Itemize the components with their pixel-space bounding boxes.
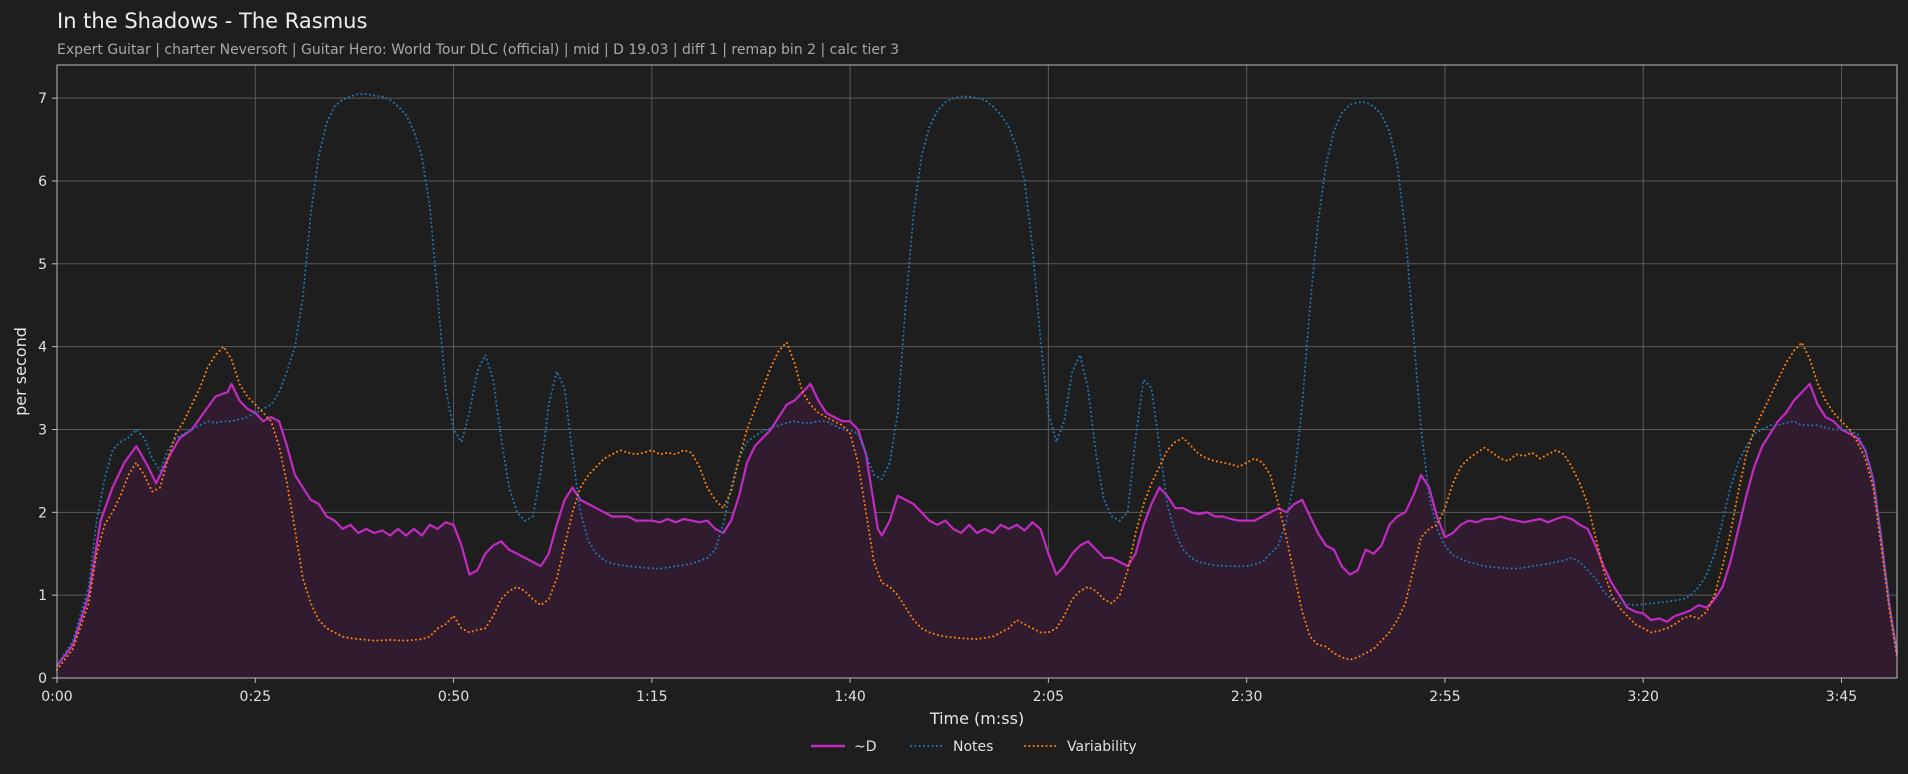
series-area-d bbox=[57, 383, 1897, 678]
x-tick-label-5: 2:05 bbox=[1033, 689, 1064, 705]
legend-label-d: ~D bbox=[854, 739, 877, 755]
y-tick-label-2: 2 bbox=[38, 505, 47, 521]
y-axis-label: per second bbox=[11, 327, 30, 416]
x-axis-label: Time (m:ss) bbox=[929, 709, 1024, 728]
y-tick-label-1: 1 bbox=[38, 588, 47, 604]
x-tick-label-9: 3:45 bbox=[1826, 689, 1857, 705]
y-tick-label-6: 6 bbox=[38, 174, 47, 190]
x-tick-label-3: 1:15 bbox=[636, 689, 667, 705]
y-tick-label-3: 3 bbox=[38, 422, 47, 438]
legend-label-variability: Variability bbox=[1067, 739, 1137, 755]
x-axis-ticks: 0:00 0:25 0:50 1:15 1:40 2:05 2:30 2:55 3:20 3:45 bbox=[41, 678, 1857, 705]
y-tick-label-0: 0 bbox=[38, 671, 47, 687]
chart-legend: ~D Notes Variability bbox=[810, 739, 1137, 755]
legend-label-notes: Notes bbox=[953, 739, 993, 755]
chart-title: In the Shadows - The Rasmus bbox=[57, 9, 367, 33]
x-tick-label-6: 2:30 bbox=[1231, 689, 1262, 705]
y-tick-label-7: 7 bbox=[38, 91, 47, 107]
chart-canvas: In the Shadows - The Rasmus Expert Guita… bbox=[11, 9, 1899, 755]
chart-subtitle: Expert Guitar | charter Neversoft | Guit… bbox=[57, 42, 899, 58]
y-tick-label-4: 4 bbox=[38, 340, 47, 356]
x-tick-label-7: 2:55 bbox=[1429, 689, 1460, 705]
y-tick-label-5: 5 bbox=[38, 257, 47, 273]
series-layer bbox=[55, 93, 1899, 678]
x-tick-label-0: 0:00 bbox=[41, 689, 72, 705]
y-axis-ticks: 0 1 2 3 4 5 6 7 bbox=[38, 91, 57, 687]
x-tick-label-8: 3:20 bbox=[1627, 689, 1658, 705]
x-tick-label-1: 0:25 bbox=[240, 689, 271, 705]
x-tick-label-2: 0:50 bbox=[438, 689, 469, 705]
chart-figure: In the Shadows - The Rasmus Expert Guita… bbox=[0, 0, 1908, 774]
x-tick-label-4: 1:40 bbox=[834, 689, 865, 705]
